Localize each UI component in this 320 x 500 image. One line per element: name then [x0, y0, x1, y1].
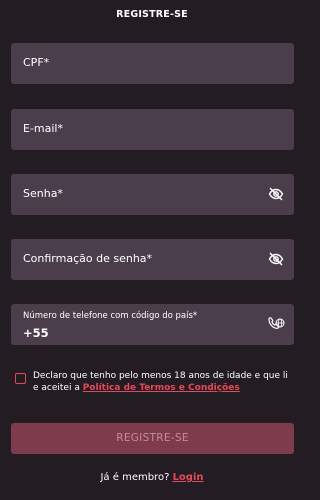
- password-label: Senha*: [23, 187, 63, 200]
- confirm-password-label: Confirmação de senha*: [23, 252, 153, 265]
- terms-link[interactable]: Política de Termos e Condições: [83, 383, 240, 393]
- confirm-password-field[interactable]: Confirmação de senha*: [11, 239, 294, 280]
- phone-country-code[interactable]: +55: [23, 326, 49, 340]
- eye-slash-icon[interactable]: [268, 252, 284, 266]
- member-text: Já é membro?: [100, 472, 170, 483]
- cpf-label: CPF*: [23, 56, 50, 69]
- password-field[interactable]: Senha*: [11, 174, 294, 215]
- eye-slash-icon[interactable]: [268, 187, 284, 201]
- email-field[interactable]: E-mail*: [11, 109, 294, 150]
- phone-globe-icon: [268, 317, 285, 329]
- register-button[interactable]: REGISTRE-SE: [11, 423, 294, 454]
- page-title: REGISTRE-SE: [116, 9, 188, 20]
- member-prompt: Já é membro? Login: [0, 472, 304, 483]
- cpf-field[interactable]: CPF*: [11, 43, 294, 84]
- phone-field[interactable]: Número de telefone com código do país* +…: [11, 304, 294, 345]
- phone-label: Número de telefone com código do país*: [23, 311, 198, 321]
- terms-text: Declaro que tenho pelo menos 18 anos de …: [33, 370, 295, 394]
- email-label: E-mail*: [23, 122, 63, 135]
- login-link[interactable]: Login: [173, 472, 204, 483]
- terms-checkbox[interactable]: [15, 373, 26, 384]
